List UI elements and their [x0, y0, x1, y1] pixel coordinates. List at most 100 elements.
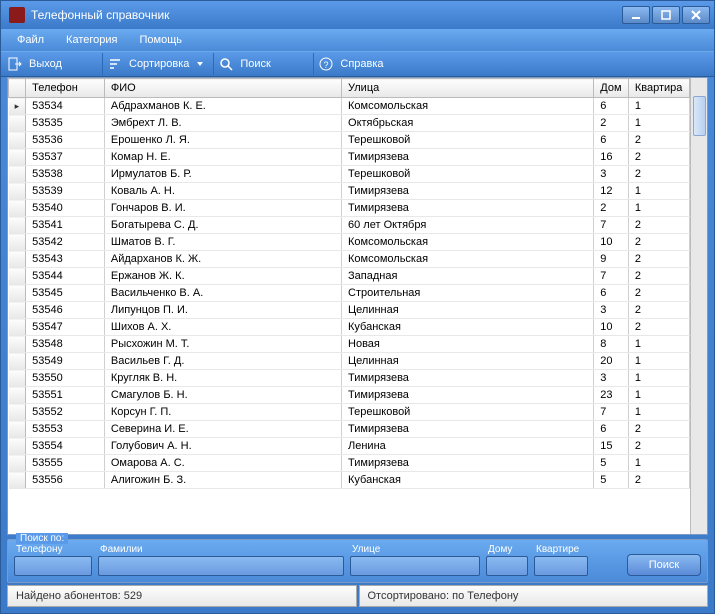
- table-row[interactable]: 53554Голубович А. Н.Ленина152: [9, 438, 690, 455]
- minimize-button[interactable]: [622, 6, 650, 24]
- table-row[interactable]: 53551Смагулов Б. Н.Тимирязева231: [9, 387, 690, 404]
- table-row[interactable]: ▸53534Абдрахманов К. Е.Комсомольская61: [9, 98, 690, 115]
- search-apt-input[interactable]: [534, 556, 588, 576]
- cell-house: 7: [594, 404, 629, 421]
- menu-help[interactable]: Помощь: [129, 32, 192, 48]
- column-street[interactable]: Улица: [342, 79, 594, 98]
- cell-fio: Шматов В. Г.: [104, 234, 341, 251]
- cell-house: 5: [594, 455, 629, 472]
- cell-fio: Корсун Г. П.: [104, 404, 341, 421]
- cell-apt: 2: [628, 302, 689, 319]
- table-row[interactable]: 53540Гончаров В. И.Тимирязева21: [9, 200, 690, 217]
- cell-street: Кубанская: [342, 319, 594, 336]
- cell-apt: 1: [628, 200, 689, 217]
- data-grid: Телефон ФИО Улица Дом Квартира ▸53534Абд…: [8, 78, 707, 534]
- cell-house: 3: [594, 166, 629, 183]
- search-surname-input[interactable]: [98, 556, 344, 576]
- table-row[interactable]: 53550Кругляк В. Н.Тимирязева31: [9, 370, 690, 387]
- row-marker: [9, 438, 26, 455]
- table-row[interactable]: 53541Богатырева С. Д.60 лет Октября72: [9, 217, 690, 234]
- column-fio[interactable]: ФИО: [104, 79, 341, 98]
- table-row[interactable]: 53546Липунцов П. И.Целинная32: [9, 302, 690, 319]
- cell-apt: 2: [628, 234, 689, 251]
- table-row[interactable]: 53544Ержанов Ж. К.Западная72: [9, 268, 690, 285]
- cell-apt: 2: [628, 217, 689, 234]
- table-row[interactable]: 53549Васильев Г. Д.Целинная201: [9, 353, 690, 370]
- cell-house: 23: [594, 387, 629, 404]
- table-row[interactable]: 53552Корсун Г. П.Терешковой71: [9, 404, 690, 421]
- row-marker: [9, 472, 26, 489]
- column-house[interactable]: Дом: [594, 79, 629, 98]
- cell-fio: Эмбрехт Л. В.: [104, 115, 341, 132]
- table-row[interactable]: 53545Васильченко В. А.Строительная62: [9, 285, 690, 302]
- cell-street: Тимирязева: [342, 183, 594, 200]
- row-marker: [9, 268, 26, 285]
- cell-phone: 53546: [26, 302, 105, 319]
- cell-phone: 53548: [26, 336, 105, 353]
- table-row[interactable]: 53543Айдарханов К. Ж.Комсомольская92: [9, 251, 690, 268]
- table-row[interactable]: 53548Рысхожин М. Т.Новая81: [9, 336, 690, 353]
- cell-street: Тимирязева: [342, 370, 594, 387]
- toolbar-sort-button[interactable]: Сортировка: [103, 53, 214, 75]
- column-marker[interactable]: [9, 79, 26, 98]
- table-row[interactable]: 53536Ерошенко Л. Я.Терешковой62: [9, 132, 690, 149]
- cell-house: 3: [594, 370, 629, 387]
- cell-apt: 2: [628, 285, 689, 302]
- cell-street: Тимирязева: [342, 421, 594, 438]
- cell-phone: 53554: [26, 438, 105, 455]
- column-apt[interactable]: Квартира: [628, 79, 689, 98]
- cell-house: 9: [594, 251, 629, 268]
- cell-phone: 53534: [26, 98, 105, 115]
- table-row[interactable]: 53547Шихов А. Х.Кубанская102: [9, 319, 690, 336]
- cell-apt: 2: [628, 251, 689, 268]
- search-legend: Поиск по:: [16, 533, 68, 544]
- search-panel: Поиск по: Телефону Фамилии Улице Дому Кв…: [7, 539, 708, 583]
- menu-file[interactable]: Файл: [7, 32, 54, 48]
- cell-street: Строительная: [342, 285, 594, 302]
- cell-street: Кубанская: [342, 472, 594, 489]
- cell-fio: Кругляк В. Н.: [104, 370, 341, 387]
- toolbar-about-button[interactable]: ? Справка: [314, 53, 414, 75]
- search-street-input[interactable]: [350, 556, 480, 576]
- cell-fio: Коваль А. Н.: [104, 183, 341, 200]
- maximize-button[interactable]: [652, 6, 680, 24]
- cell-house: 6: [594, 98, 629, 115]
- cell-fio: Васильев Г. Д.: [104, 353, 341, 370]
- cell-apt: 2: [628, 421, 689, 438]
- cell-phone: 53549: [26, 353, 105, 370]
- cell-street: Целинная: [342, 353, 594, 370]
- cell-street: Тимирязева: [342, 455, 594, 472]
- cell-street: 60 лет Октября: [342, 217, 594, 234]
- search-phone-input[interactable]: [14, 556, 92, 576]
- menu-category[interactable]: Категория: [56, 32, 127, 48]
- table-row[interactable]: 53538Ирмулатов Б. Р.Терешковой32: [9, 166, 690, 183]
- cell-street: Целинная: [342, 302, 594, 319]
- row-marker: [9, 200, 26, 217]
- cell-fio: Алигожин Б. З.: [104, 472, 341, 489]
- row-marker: [9, 404, 26, 421]
- search-house-input[interactable]: [486, 556, 528, 576]
- table-row[interactable]: 53539Коваль А. Н.Тимирязева121: [9, 183, 690, 200]
- subscribers-table[interactable]: Телефон ФИО Улица Дом Квартира ▸53534Абд…: [8, 78, 690, 489]
- toolbar-exit-button[interactable]: Выход: [3, 53, 103, 75]
- vertical-scrollbar[interactable]: [690, 78, 707, 534]
- table-row[interactable]: 53556Алигожин Б. З.Кубанская52: [9, 472, 690, 489]
- search-button[interactable]: Поиск: [627, 554, 701, 576]
- cell-street: Комсомольская: [342, 234, 594, 251]
- toolbar-exit-label: Выход: [29, 58, 62, 70]
- column-phone[interactable]: Телефон: [26, 79, 105, 98]
- cell-fio: Смагулов Б. Н.: [104, 387, 341, 404]
- table-row[interactable]: 53542Шматов В. Г.Комсомольская102: [9, 234, 690, 251]
- cell-fio: Комар Н. Е.: [104, 149, 341, 166]
- scrollbar-thumb[interactable]: [693, 96, 706, 136]
- toolbar-search-button[interactable]: Поиск: [214, 53, 314, 75]
- table-row[interactable]: 53537Комар Н. Е.Тимирязева162: [9, 149, 690, 166]
- close-button[interactable]: [682, 6, 710, 24]
- cell-phone: 53556: [26, 472, 105, 489]
- search-apt-label: Квартире: [534, 544, 588, 555]
- cell-apt: 1: [628, 387, 689, 404]
- table-row[interactable]: 53553Северина И. Е.Тимирязева62: [9, 421, 690, 438]
- status-found-count: 529: [124, 590, 142, 602]
- table-row[interactable]: 53535Эмбрехт Л. В.Октябрьская21: [9, 115, 690, 132]
- table-row[interactable]: 53555Омарова А. С.Тимирязева51: [9, 455, 690, 472]
